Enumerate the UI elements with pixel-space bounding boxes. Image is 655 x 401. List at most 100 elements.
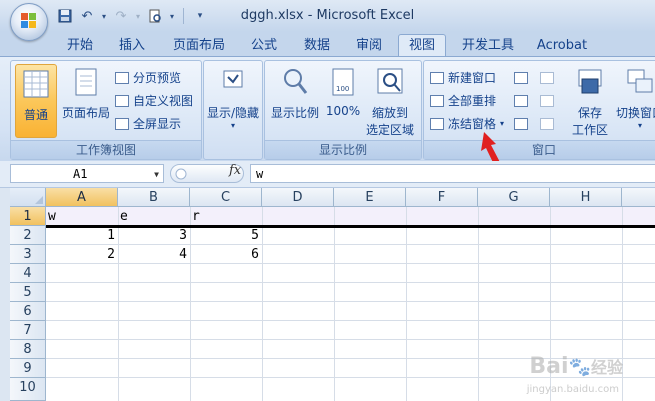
tab-data[interactable]: 数据 [298,36,336,56]
column-header-g[interactable]: G [478,188,550,207]
cell-b2[interactable]: 3 [118,226,187,245]
save-workspace-button[interactable]: 保存 工作区 [570,67,610,138]
worksheet-grid[interactable]: A B C D E F G H 1 2 3 4 5 6 7 8 9 10 w e… [0,188,655,401]
split-icon [514,72,528,84]
zoom-selection-icon [377,68,403,94]
row-header-3[interactable]: 3 [10,245,46,264]
zoom-100-button[interactable]: 100 100% [325,67,361,118]
ribbon: 普通 页面布局 分页预览 自定义视图 全屏显示 工作簿视图 显示/隐藏 ▾ 显示… [0,56,655,162]
split-button[interactable] [514,69,528,87]
sync-scrolling-button[interactable] [540,92,554,110]
group-zoom: 显示比例 100 100% 缩放到 选定区域 显示比例 [264,60,422,160]
office-button[interactable] [10,3,48,41]
row-header-9[interactable]: 9 [10,359,46,378]
save-workspace-label-2: 工作区 [571,123,608,137]
switch-windows-button[interactable]: 切换窗口 ▾ [612,67,655,130]
column-header-c[interactable]: C [190,188,262,207]
cell-b1[interactable]: e [120,207,188,226]
show-hide-button[interactable]: 显示/隐藏 ▾ [206,67,260,130]
name-box[interactable]: A1 ▼ [10,164,164,183]
row-header-1[interactable]: 1 [10,207,46,226]
full-screen-button[interactable]: 全屏显示 [115,115,181,133]
column-header-f[interactable]: F [406,188,478,207]
unhide-window-icon [514,118,528,130]
gridline [46,301,655,302]
office-logo-icon [21,13,36,28]
expand-circle-icon[interactable] [175,168,187,180]
normal-view-icon [23,70,49,98]
ribbon-tabs: 开始 插入 页面布局 公式 数据 审阅 视图 开发工具 Acrobat [0,32,655,57]
new-window-label: 新建窗口 [448,71,497,85]
row-header-7[interactable]: 7 [10,321,46,340]
tab-developer[interactable]: 开发工具 [456,36,520,56]
normal-view-button[interactable]: 普通 [15,64,57,138]
reset-position-button[interactable] [540,115,554,133]
watermark-brand: Bai [529,354,569,379]
cell-c3[interactable]: 6 [190,245,259,264]
page-break-preview-button[interactable]: 分页预览 [115,69,181,87]
name-box-dropdown-icon[interactable]: ▼ [154,165,159,184]
column-header-b[interactable]: B [118,188,190,207]
watermark-paw-icon: 🐾 [568,357,591,378]
switch-windows-icon [627,69,653,93]
watermark-url: jingyan.baidu.com [526,384,619,395]
column-header-overflow [622,188,655,207]
tab-review[interactable]: 审阅 [350,36,388,56]
gridline [406,207,407,401]
column-header-d[interactable]: D [262,188,334,207]
full-screen-label: 全屏显示 [133,117,182,131]
custom-views-button[interactable]: 自定义视图 [115,92,193,110]
page-layout-view-button[interactable]: 页面布局 [59,67,113,121]
switch-windows-label: 切换窗口 [615,106,655,120]
insert-function-icon[interactable]: fx [229,163,241,178]
zoom-selection-label-1: 缩放到 [371,106,408,120]
tab-acrobat[interactable]: Acrobat [534,36,590,56]
unhide-window-button[interactable] [514,115,528,133]
row-header-2[interactable]: 2 [10,226,46,245]
group-label-workbook-views: 工作簿视图 [11,140,201,159]
tab-home[interactable]: 开始 [62,36,98,56]
arrange-all-button[interactable]: 全部重排 [430,92,496,110]
gridline [46,282,655,283]
tab-page-layout[interactable]: 页面布局 [166,36,232,56]
switch-windows-dropdown-icon: ▾ [637,121,642,130]
formula-input[interactable]: w [250,164,655,183]
row-header-4[interactable]: 4 [10,264,46,283]
view-side-by-side-button[interactable] [540,69,554,87]
cell-c2[interactable]: 5 [190,226,259,245]
group-show-hide[interactable]: 显示/隐藏 ▾ [203,60,263,160]
column-header-e[interactable]: E [334,188,406,207]
zoom-to-selection-button[interactable]: 缩放到 选定区域 [361,67,419,138]
page-break-label: 分页预览 [133,71,182,85]
svg-text:100: 100 [336,85,349,93]
page-layout-label: 页面布局 [61,106,110,120]
custom-views-label: 自定义视图 [133,94,194,108]
row-header-5[interactable]: 5 [10,283,46,302]
row-header-8[interactable]: 8 [10,340,46,359]
side-by-side-icon [540,72,554,84]
select-all-corner[interactable] [10,188,46,207]
tab-formulas[interactable]: 公式 [244,36,284,56]
normal-view-label: 普通 [23,108,48,122]
hide-window-icon [514,95,528,107]
show-hide-label: 显示/隐藏 [206,106,260,120]
tab-view[interactable]: 视图 [398,34,446,57]
cell-a1[interactable]: w [48,207,116,226]
group-label-window: 窗口 [424,140,655,159]
new-window-button[interactable]: 新建窗口 [430,69,496,87]
custom-views-icon [115,95,129,107]
hide-window-button[interactable] [514,92,528,110]
column-header-h[interactable]: H [550,188,622,207]
column-header-a[interactable]: A [46,188,118,207]
cell-a2[interactable]: 1 [46,226,115,245]
cell-c1[interactable]: r [192,207,260,226]
tab-insert[interactable]: 插入 [112,36,152,56]
name-box-value: A1 [73,167,88,181]
sync-scrolling-icon [540,95,554,107]
row-header-6[interactable]: 6 [10,302,46,321]
cell-a3[interactable]: 2 [46,245,115,264]
zoom-button[interactable]: 显示比例 [267,67,323,121]
grid-left-margin [0,188,10,401]
row-header-10[interactable]: 10 [10,378,46,401]
cell-b3[interactable]: 4 [118,245,187,264]
